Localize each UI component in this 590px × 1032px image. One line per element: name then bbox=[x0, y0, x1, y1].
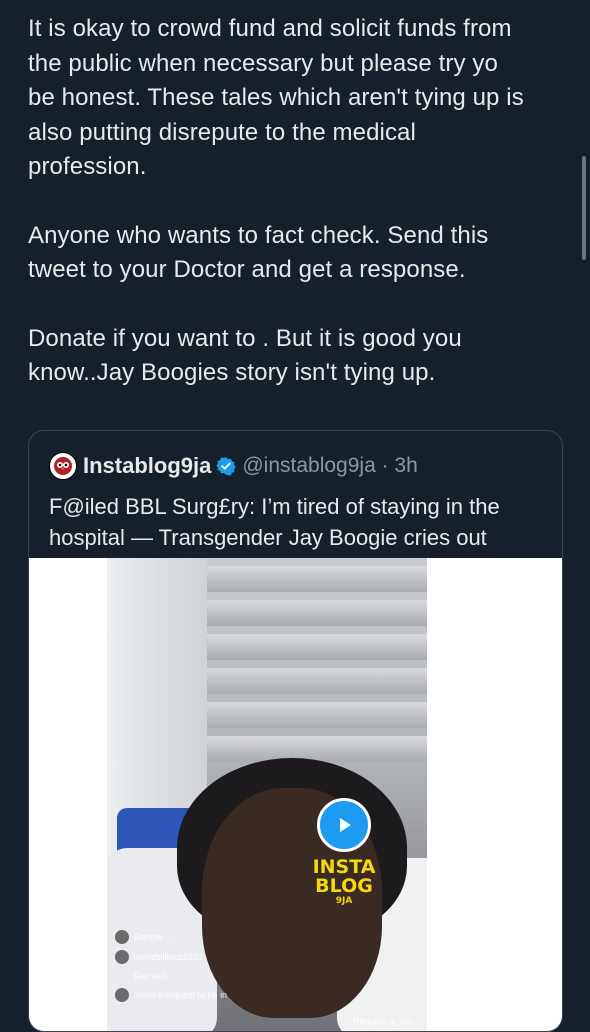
owl-logo-icon[interactable] bbox=[49, 452, 77, 480]
scrollbar[interactable] bbox=[582, 156, 586, 260]
video-thumbnail[interactable]: Boogie ... denizbillionz2231 Get well Se… bbox=[29, 558, 562, 1031]
tweet-paragraph-1: It is okay to crowd fund and solicit fun… bbox=[28, 15, 524, 180]
window-blind bbox=[207, 668, 427, 694]
window-blind bbox=[207, 566, 427, 592]
tweet-paragraph-3: Donate if you want to . But it is good y… bbox=[28, 324, 462, 387]
quoted-display-name[interactable]: Instablog9ja bbox=[83, 453, 211, 479]
avatar bbox=[115, 930, 129, 944]
quoted-tweet-text: F@iled BBL Surg£ry: I’m tired of staying… bbox=[49, 494, 500, 550]
live-comment: denizbillionz2231 bbox=[115, 950, 315, 964]
play-icon[interactable] bbox=[317, 798, 371, 852]
window-blind bbox=[207, 736, 427, 762]
instablog-watermark: INSTA BLOG 9JA bbox=[312, 856, 376, 907]
request-join-label: Request to join bbox=[352, 1016, 413, 1026]
avatar bbox=[115, 950, 129, 964]
window-blind bbox=[207, 600, 427, 626]
live-comments: Boogie ... denizbillionz2231 Get well Se… bbox=[115, 930, 315, 1008]
tweet-paragraph-2: Anyone who wants to fact check. Send thi… bbox=[28, 221, 489, 284]
quoted-tweet-card[interactable]: Instablog9ja @instablog9ja · 3h F@iled B… bbox=[28, 430, 563, 1032]
verified-badge-icon bbox=[216, 456, 237, 476]
quoted-handle-time[interactable]: @instablog9ja · 3h bbox=[242, 454, 417, 478]
live-comment: Boogie ... bbox=[115, 930, 315, 944]
window-blind bbox=[207, 702, 427, 728]
live-comment: Send a request to be in bbox=[115, 988, 315, 1002]
quoted-tweet-header: Instablog9ja @instablog9ja · 3h bbox=[29, 431, 562, 481]
avatar bbox=[115, 988, 129, 1002]
tweet-text: It is okay to crowd fund and solicit fun… bbox=[28, 12, 568, 425]
live-comment: Get well bbox=[134, 971, 167, 981]
window-blind bbox=[207, 634, 427, 660]
video-frame: Boogie ... denizbillionz2231 Get well Se… bbox=[107, 558, 427, 1031]
